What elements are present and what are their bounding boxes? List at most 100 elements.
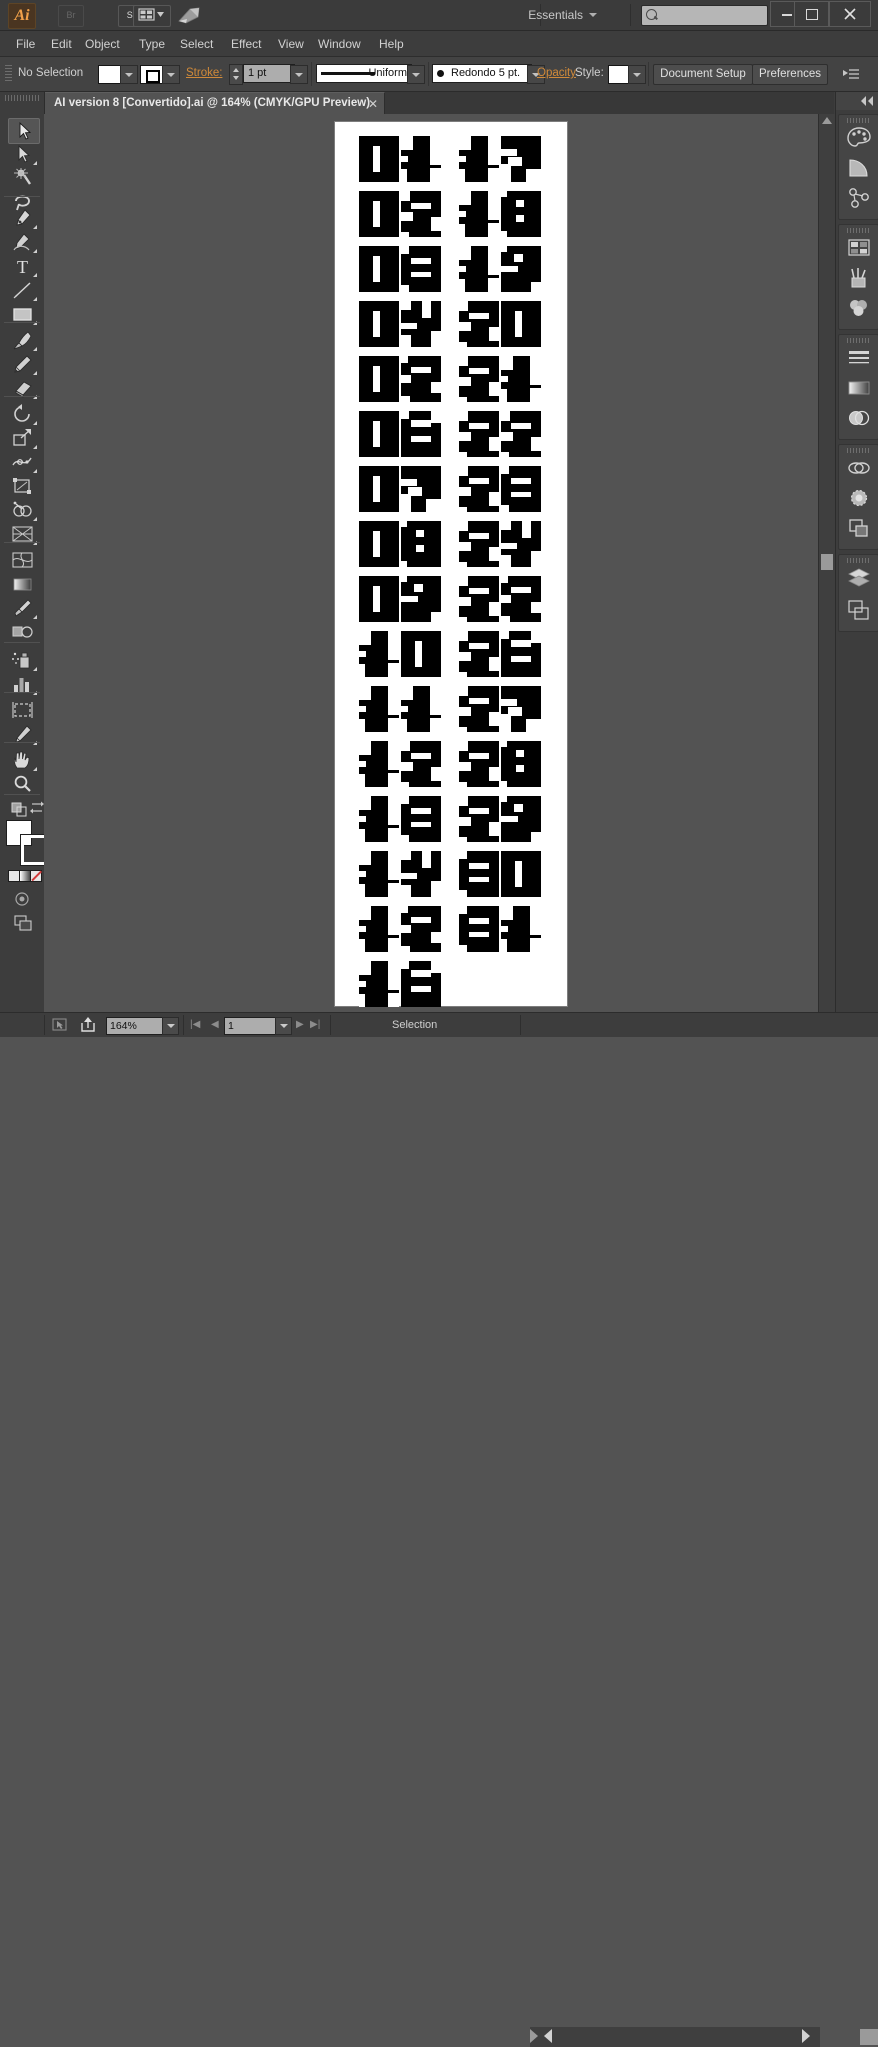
artwork-digit[interactable] — [501, 301, 541, 347]
artwork-digit[interactable] — [459, 576, 499, 622]
stroke-icon[interactable] — [846, 345, 872, 371]
flyout-triangle-icon[interactable] — [33, 273, 37, 277]
scroll-up-arrow-icon[interactable] — [822, 117, 832, 124]
artwork-digit[interactable] — [401, 851, 441, 897]
fill-chevron-down-icon[interactable] — [120, 65, 138, 84]
artwork-digit[interactable] — [359, 246, 399, 292]
color-palette-icon[interactable] — [846, 125, 872, 151]
tool-hand[interactable] — [8, 748, 38, 772]
flyout-triangle-icon[interactable] — [33, 347, 37, 351]
opacity-label[interactable]: Opacity — [537, 67, 576, 79]
next-artboard-icon[interactable]: ▶ — [296, 1019, 304, 1030]
artwork-digit[interactable] — [459, 906, 499, 952]
artboard-number-field[interactable]: 1 — [224, 1017, 279, 1035]
transparency-icon[interactable] — [846, 405, 872, 431]
artwork-digit[interactable] — [459, 741, 499, 787]
preferences-button[interactable]: Preferences — [752, 64, 828, 85]
artwork-digit[interactable] — [501, 906, 541, 952]
artwork-digit[interactable] — [401, 906, 441, 952]
menu-file[interactable]: File — [10, 35, 41, 53]
canvas-horizontal-scrollbar[interactable] — [530, 2027, 878, 2047]
menu-help[interactable]: Help — [373, 35, 410, 53]
artwork-digit[interactable] — [401, 356, 441, 402]
tool-screen-mode[interactable] — [10, 912, 40, 936]
tool-scale[interactable] — [8, 426, 38, 450]
stroke-weight-label[interactable]: Stroke: — [186, 67, 222, 79]
tool-drawing-modes[interactable] — [10, 888, 40, 912]
tool-paintbrush[interactable] — [8, 328, 38, 352]
flyout-triangle-icon[interactable] — [33, 469, 37, 473]
tool-magic-wand[interactable] — [8, 166, 38, 190]
artwork-digit[interactable] — [359, 851, 399, 897]
stroke-color-swatch[interactable] — [140, 65, 164, 84]
tool-shape-builder[interactable] — [8, 498, 38, 522]
artwork-digit[interactable] — [401, 191, 441, 237]
artwork-digit[interactable] — [459, 301, 499, 347]
select-tool-icon[interactable] — [52, 1018, 74, 1037]
stroke-weight-stepper[interactable] — [229, 64, 243, 85]
flyout-triangle-icon[interactable] — [33, 161, 37, 165]
tools-panel-grip[interactable] — [5, 95, 39, 101]
menu-view[interactable]: View — [272, 35, 310, 53]
maximize-button[interactable] — [794, 1, 829, 27]
tool-gradient[interactable] — [8, 572, 38, 596]
tool-zoom[interactable] — [8, 772, 38, 796]
artwork-digit[interactable] — [459, 356, 499, 402]
dock-group-grip[interactable] — [847, 558, 869, 563]
tool-selection[interactable] — [8, 118, 40, 144]
artwork-digit[interactable] — [459, 411, 499, 457]
canvas-area[interactable] — [44, 114, 834, 1020]
menu-type[interactable]: Type — [133, 35, 171, 53]
artwork-digit[interactable] — [459, 191, 499, 237]
artwork-digit[interactable] — [501, 631, 541, 677]
artwork-digit[interactable] — [501, 796, 541, 842]
tab-close-icon[interactable]: ✕ — [368, 97, 378, 111]
flyout-triangle-icon[interactable] — [33, 517, 37, 521]
none-icon[interactable] — [30, 870, 42, 882]
artwork-digit[interactable] — [359, 796, 399, 842]
tool-eyedropper[interactable] — [8, 596, 38, 620]
menu-edit[interactable]: Edit — [45, 35, 78, 53]
tool-pencil[interactable] — [8, 352, 38, 376]
artwork-digit[interactable] — [501, 246, 541, 292]
tool-line-segment[interactable] — [8, 278, 38, 302]
artwork-digit[interactable] — [501, 576, 541, 622]
flyout-triangle-icon[interactable] — [33, 767, 37, 771]
document-setup-button[interactable]: Document Setup — [653, 64, 753, 85]
flyout-triangle-icon[interactable] — [33, 667, 37, 671]
artwork-digit[interactable] — [459, 466, 499, 512]
brushes-icon[interactable] — [846, 265, 872, 291]
style-chevron-down-icon[interactable] — [628, 65, 646, 84]
artwork-digit[interactable] — [359, 356, 399, 402]
control-bar-grip[interactable] — [5, 65, 12, 83]
dock-group-grip[interactable] — [847, 338, 869, 343]
artboards-icon[interactable] — [846, 597, 872, 623]
artwork-digit[interactable] — [359, 411, 399, 457]
width-profile-chevron-down-icon[interactable] — [407, 65, 425, 84]
first-artboard-icon[interactable]: |◀ — [190, 1019, 200, 1030]
width-profile-field[interactable]: Uniform — [316, 64, 412, 83]
artwork-digit[interactable] — [401, 741, 441, 787]
vertical-scroll-thumb[interactable] — [821, 554, 833, 570]
tool-free-transform[interactable] — [8, 474, 38, 498]
panel-menu-icon[interactable] — [843, 67, 861, 86]
artwork-digit[interactable] — [359, 631, 399, 677]
prev-artboard-icon[interactable]: ◀ — [211, 1019, 219, 1030]
artwork-digit[interactable] — [359, 686, 399, 732]
menu-window[interactable]: Window — [312, 35, 367, 53]
artwork-digit[interactable] — [459, 796, 499, 842]
artwork-digit[interactable] — [359, 136, 399, 182]
artwork-digit[interactable] — [401, 301, 441, 347]
scroll-left-arrow-icon[interactable] — [544, 2029, 552, 2043]
artwork-digit[interactable] — [459, 686, 499, 732]
artboard-chevron-down-icon[interactable] — [275, 1017, 292, 1035]
dock-group-grip[interactable] — [847, 228, 869, 233]
flyout-triangle-icon[interactable] — [33, 371, 37, 375]
symbols-icon[interactable] — [846, 295, 872, 321]
document-tab[interactable]: AI version 8 [Convertido].ai @ 164% (CMY… — [44, 92, 385, 115]
artwork-digit[interactable] — [401, 466, 441, 512]
artwork-digit[interactable] — [359, 191, 399, 237]
flyout-triangle-icon[interactable] — [33, 421, 37, 425]
scroll-right-arrow-icon[interactable] — [802, 2029, 810, 2043]
menu-select[interactable]: Select — [174, 35, 219, 53]
